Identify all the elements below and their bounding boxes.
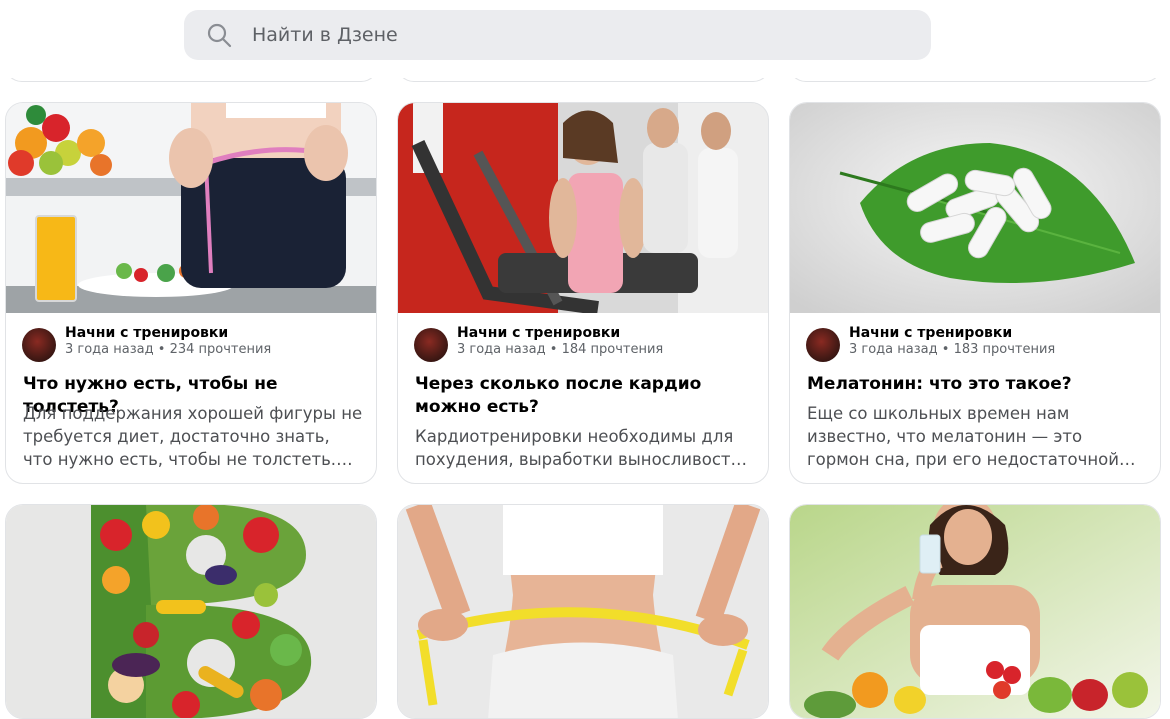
article-image (790, 505, 1160, 718)
article-description: Для поддержания хорошей фигуры не требуе… (23, 404, 363, 469)
article-image (790, 103, 1160, 313)
separator-dot: • (549, 342, 558, 357)
channel-name[interactable]: Начни с тренировки (457, 325, 663, 342)
read-count: 234 прочтения (169, 342, 272, 357)
article-image (398, 103, 768, 313)
article-stats: 3 года назад • 234 прочтения (65, 342, 271, 358)
article-stats: 3 года назад • 184 прочтения (457, 342, 663, 358)
publish-age: 3 года назад (457, 342, 546, 357)
article-image (6, 103, 376, 313)
channel-name[interactable]: Начни с тренировки (65, 325, 271, 342)
read-count: 183 прочтения (953, 342, 1056, 357)
article-image (6, 505, 376, 718)
separator-dot: • (157, 342, 166, 357)
article-meta: Начни с тренировки 3 года назад • 234 пр… (22, 325, 271, 362)
avatar[interactable] (806, 328, 840, 362)
search-icon (207, 23, 232, 48)
search-placeholder: Найти в Дзене (252, 24, 398, 46)
avatar[interactable] (414, 328, 448, 362)
top-bar: Найти в Дзене (0, 0, 1170, 78)
article-meta: Начни с тренировки 3 года назад • 183 пр… (806, 325, 1055, 362)
article-card[interactable]: Начни с тренировки 3 года назад • 234 пр… (5, 102, 377, 484)
channel-name[interactable]: Начни с тренировки (849, 325, 1055, 342)
article-card[interactable] (789, 504, 1161, 719)
article-description: Кардиотренировки необходимы для похудени… (415, 427, 742, 469)
article-meta: Начни с тренировки 3 года назад • 184 пр… (414, 325, 663, 362)
read-count: 184 прочтения (561, 342, 664, 357)
search-input[interactable]: Найти в Дзене (184, 10, 931, 60)
article-stats: 3 года назад • 183 прочтения (849, 342, 1055, 358)
publish-age: 3 года назад (65, 342, 154, 357)
separator-dot: • (941, 342, 950, 357)
article-card[interactable] (5, 504, 377, 719)
article-title[interactable]: Через сколько после кардио можно есть? (415, 373, 760, 419)
article-title[interactable]: Мелатонин: что это такое? (807, 373, 1152, 396)
article-image (398, 505, 768, 718)
avatar[interactable] (22, 328, 56, 362)
article-description: Еще со школьных времен нам известно, что… (807, 404, 1119, 469)
publish-age: 3 года назад (849, 342, 938, 357)
article-card[interactable]: Начни с тренировки 3 года назад • 183 пр… (789, 102, 1161, 484)
article-card[interactable]: Начни с тренировки 3 года назад • 184 пр… (397, 102, 769, 484)
article-card[interactable] (397, 504, 769, 719)
